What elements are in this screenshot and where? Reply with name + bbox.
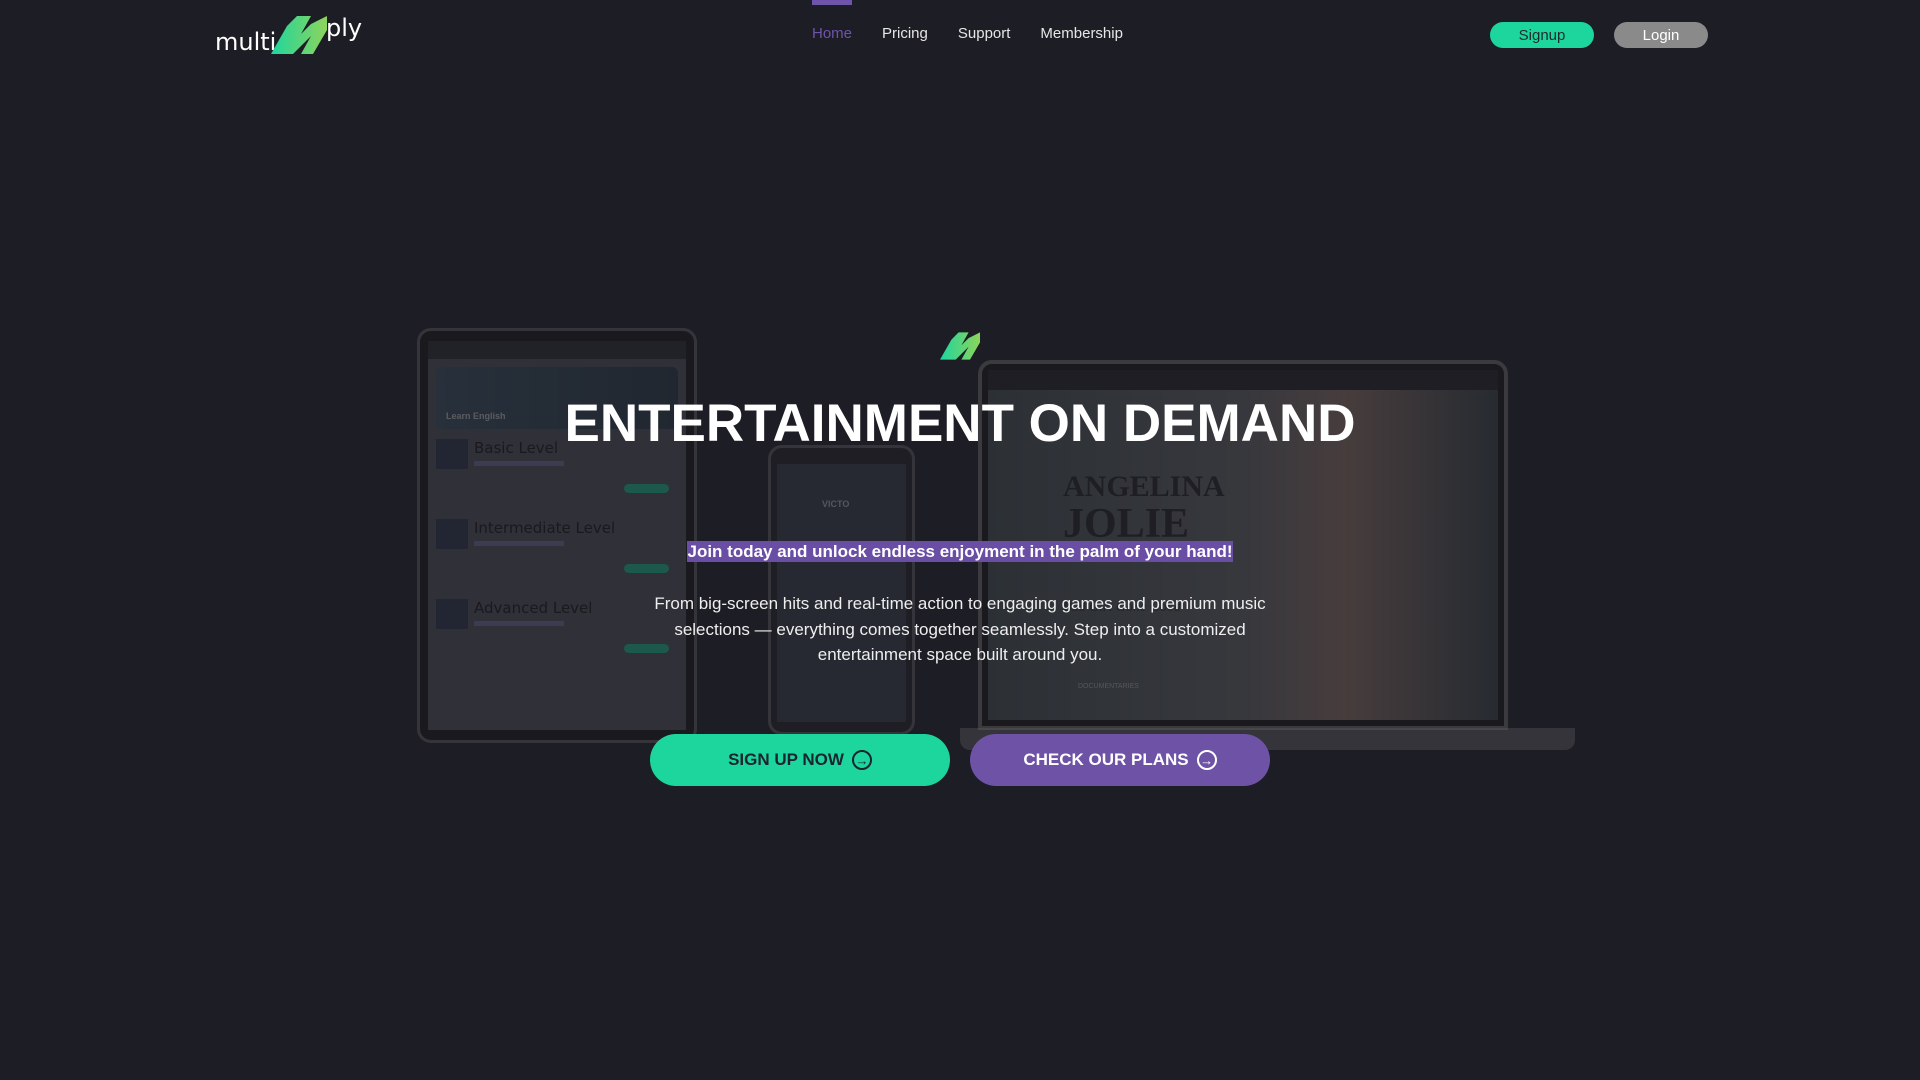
- button-label: CHECK OUR PLANS: [1023, 750, 1189, 769]
- signup-button[interactable]: Signup: [1490, 22, 1594, 48]
- arrow-circle-right-icon: →: [851, 750, 872, 770]
- nav-pricing[interactable]: Pricing: [882, 0, 928, 60]
- mockup-banner: Learn English: [446, 411, 506, 421]
- main-nav: Home Pricing Support Membership: [812, 0, 1153, 60]
- logo-text-left: multi: [215, 28, 277, 56]
- nav-membership[interactable]: Membership: [1040, 0, 1123, 60]
- tablet-mockup: Learn English Basic Level Intermediate L…: [417, 328, 697, 743]
- login-button[interactable]: Login: [1614, 22, 1708, 48]
- hero-title: ENTERTAINMENT ON DEMAND: [564, 394, 1356, 453]
- tagline-text: Join today and unlock endless enjoyment …: [687, 541, 1233, 562]
- arrow-circle-right-icon: →: [1196, 750, 1217, 770]
- mockup-level: Intermediate Level: [474, 519, 616, 537]
- logo-text-right: ply: [326, 14, 363, 42]
- nav-home[interactable]: Home: [812, 0, 853, 60]
- hero-tagline: Join today and unlock endless enjoyment …: [460, 541, 1460, 562]
- logo-mark-icon: [271, 16, 327, 54]
- hero-description: From big-screen hits and real-time actio…: [654, 594, 1266, 664]
- button-label: SIGN UP NOW: [728, 750, 844, 769]
- check-plans-button[interactable]: CHECK OUR PLANS →: [970, 734, 1270, 786]
- sign-up-now-button[interactable]: SIGN UP NOW →: [650, 734, 950, 786]
- phone-mockup: VICTO: [768, 445, 915, 735]
- mockup-section: DOCUMENTARIES: [1078, 683, 1139, 690]
- mockup-banner: VICTO: [822, 499, 850, 509]
- nav-support[interactable]: Support: [958, 0, 1011, 60]
- brand-mark-icon: [940, 332, 980, 360]
- logo[interactable]: multi ply: [215, 14, 365, 56]
- mockup-title: ANGELINA: [1063, 470, 1225, 503]
